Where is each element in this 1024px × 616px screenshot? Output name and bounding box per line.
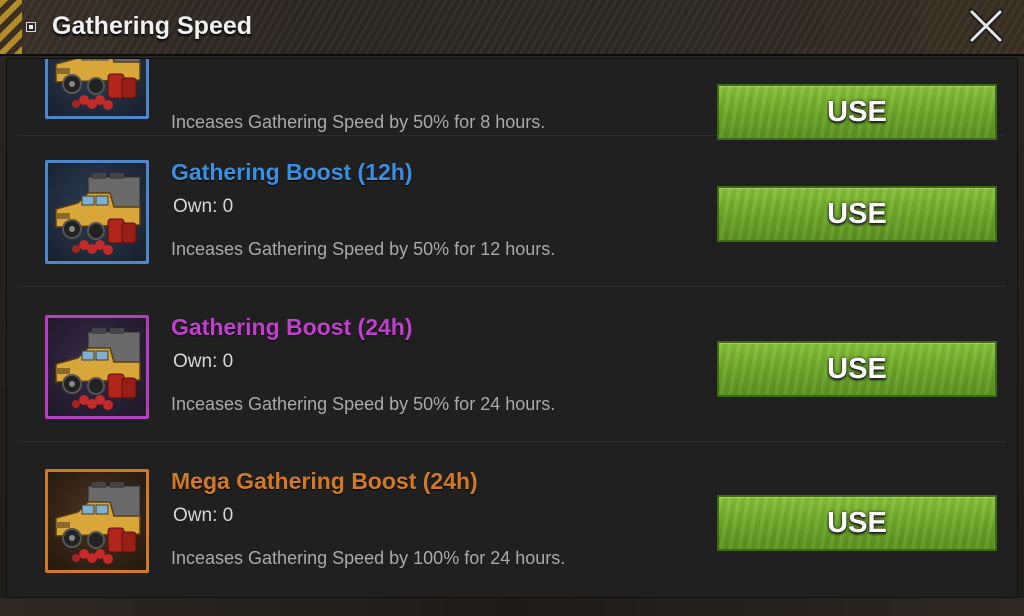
item-description: Inceases Gathering Speed by 50% for 8 ho… [171,112,546,132]
item-icon-frame [45,315,149,419]
list-item: Gathering Boost (12h) Own: 0 Inceases Ga… [17,136,1005,287]
use-button[interactable]: USE [717,341,997,397]
use-button[interactable]: USE [717,84,997,140]
item-icon-frame [45,59,149,119]
item-icon-frame [45,469,149,573]
truck-icon [55,173,141,255]
item-icon-frame [45,160,149,264]
close-icon [969,9,1003,43]
title-bar: Gathering Speed [0,0,1024,56]
truck-icon [55,482,141,564]
list-item: Mega Gathering Boost (24h) Own: 0 Inceas… [17,445,1005,595]
close-button[interactable] [964,6,1008,46]
window-title: Gathering Speed [52,12,253,40]
item-own-count: Own: 0 [173,351,234,372]
item-name: Mega Gathering Boost (24h) [171,468,478,494]
use-button[interactable]: USE [717,495,997,551]
truck-icon [55,328,141,410]
item-name: Gathering Boost (12h) [171,159,413,185]
truck-icon [55,59,141,110]
item-description: Inceases Gathering Speed by 100% for 24 … [171,548,566,568]
item-description: Inceases Gathering Speed by 50% for 12 h… [171,239,556,259]
hazard-stripe [0,0,22,54]
item-own-count: Own: 0 [173,196,234,217]
item-list[interactable]: Inceases Gathering Speed by 50% for 8 ho… [6,58,1018,598]
item-own-count: Own: 0 [173,505,234,526]
list-item: Gathering Boost (24h) Own: 0 Inceases Ga… [17,291,1005,442]
item-name: Gathering Boost (24h) [171,314,413,340]
bottom-edge [0,598,1024,616]
use-button[interactable]: USE [717,186,997,242]
item-description: Inceases Gathering Speed by 50% for 24 h… [171,394,556,414]
list-item: Inceases Gathering Speed by 50% for 8 ho… [17,59,1005,140]
title-bullet-icon [26,22,36,32]
dialog-window: Gathering Speed Inceases Gathering Speed… [0,0,1024,616]
